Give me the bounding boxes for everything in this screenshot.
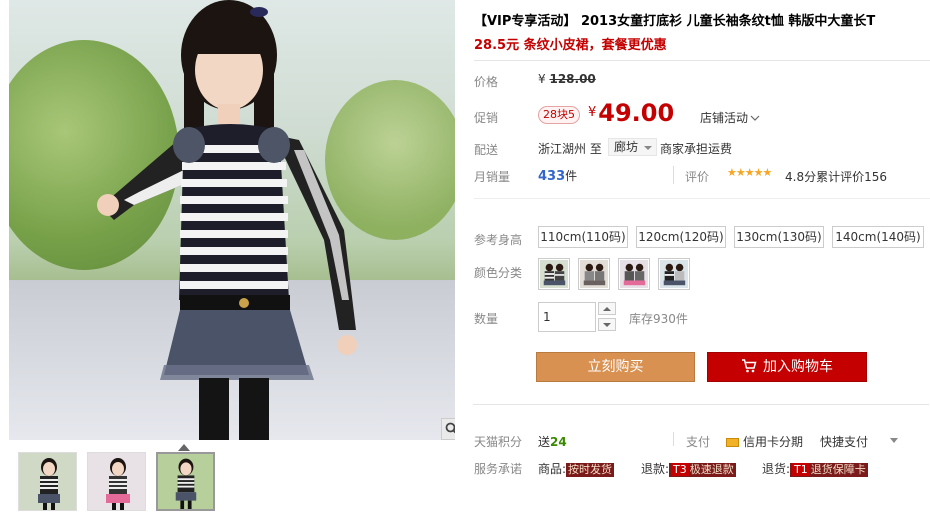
arrow-up-icon: [603, 306, 611, 311]
promo-price: ¥49.00: [588, 99, 674, 127]
magnifier-icon: [445, 422, 455, 434]
original-price: ¥ 128.00: [538, 72, 596, 86]
service-goods: 商品: 按时发货: [538, 460, 615, 477]
points-prefix: 送: [538, 435, 551, 449]
add-to-cart-button[interactable]: 加入购物车: [707, 352, 867, 382]
chevron-down-icon: [644, 146, 653, 150]
arrow-down-icon: [603, 322, 611, 327]
color-option-2[interactable]: [578, 258, 610, 290]
quantity-label: 数量: [474, 312, 499, 326]
rating-label: 评价: [685, 170, 710, 184]
credit-card-icon: [726, 438, 739, 447]
freight-info: 商家承担运费: [660, 142, 733, 156]
quick-pay-link[interactable]: 快捷支付: [820, 433, 868, 450]
service-badge-text: 极速退款: [689, 463, 734, 476]
add-to-cart-label: 加入购物车: [763, 359, 833, 375]
monthly-sales-unit: 件: [565, 169, 578, 183]
size-label: 参考身高: [474, 233, 523, 247]
color-option-3[interactable]: [618, 258, 650, 290]
credit-installment-link[interactable]: 信用卡分期: [726, 433, 803, 450]
cart-icon: [742, 359, 757, 373]
thumbnail-3[interactable]: [156, 452, 215, 511]
service-refund-label: 退款:: [641, 462, 670, 476]
color-swatch-image: [620, 260, 648, 288]
service-badge-text: 退货保障卡: [810, 463, 866, 476]
chevron-down-icon[interactable]: [890, 438, 898, 443]
destination-city: 廊坊: [614, 140, 639, 154]
divider: [673, 432, 674, 446]
points-info: 送24: [538, 433, 567, 450]
payment-label: 支付: [686, 435, 711, 449]
quantity-increase-button[interactable]: [598, 302, 616, 315]
shop-activity-label: 店铺活动: [700, 111, 749, 125]
shop-activity-dropdown[interactable]: 店铺活动: [700, 109, 760, 126]
services-label: 服务承诺: [474, 462, 523, 476]
size-option-120[interactable]: 120cm(120码): [636, 226, 726, 248]
thumbnail-image: [88, 453, 145, 510]
model-photo: [97, 0, 357, 440]
star-rating-icon: ★★★★★: [727, 166, 772, 179]
stock-count: 库存930件: [629, 312, 688, 326]
service-badge[interactable]: T3 极速退款: [669, 463, 736, 477]
points-value: 24: [550, 435, 567, 449]
credit-installment-label: 信用卡分期: [743, 435, 804, 449]
monthly-sales-count: 433: [538, 169, 566, 184]
ship-origin: 浙江湖州 至: [538, 140, 602, 157]
thumbnail-image: [158, 454, 213, 509]
zoom-button[interactable]: [441, 418, 455, 440]
service-refund: 退款: T3 极速退款: [641, 460, 736, 477]
size-option-110[interactable]: 110cm(110码): [538, 226, 628, 248]
currency-symbol: ¥: [538, 72, 546, 86]
service-badge[interactable]: T1 退货保障卡: [790, 463, 868, 477]
buy-now-button[interactable]: 立刻购买: [536, 352, 695, 382]
color-swatch-image: [660, 260, 688, 288]
currency-symbol: ¥: [588, 105, 597, 120]
chevron-down-icon: [750, 115, 760, 121]
service-return-label: 退货:: [762, 462, 791, 476]
shipping-label: 配送: [474, 143, 499, 157]
divider: [473, 404, 929, 405]
monthly-sales: 433件: [538, 167, 577, 184]
promo-price-value: 49.00: [598, 99, 675, 127]
divider: [474, 198, 930, 199]
color-option-1[interactable]: [538, 258, 570, 290]
original-price-value: 128.00: [549, 72, 596, 86]
thumbnail-1[interactable]: [18, 452, 77, 511]
destination-city-select[interactable]: 廊坊: [608, 138, 658, 156]
promo-badge: 28块5: [538, 106, 580, 124]
product-subtitle: 28.5元 条纹小皮裙，套餐更优惠: [474, 38, 667, 53]
original-price-label: 价格: [474, 75, 499, 89]
service-mark: T1: [792, 463, 810, 476]
service-badge[interactable]: 按时发货: [566, 463, 615, 477]
points-label: 天猫积分: [474, 435, 523, 449]
size-option-140[interactable]: 140cm(140码): [832, 226, 924, 248]
ship-from-city: 浙江湖州: [538, 142, 587, 156]
color-swatch-image: [580, 260, 608, 288]
quantity-input[interactable]: 1: [538, 302, 596, 332]
color-option-4[interactable]: [658, 258, 690, 290]
service-mark: T3: [671, 463, 689, 476]
main-product-image[interactable]: [9, 0, 455, 440]
divider: [474, 60, 930, 61]
rating-score-link[interactable]: 4.8分累计评价156: [785, 168, 887, 185]
monthly-sales-label: 月销量: [474, 170, 511, 184]
service-goods-label: 商品:: [538, 462, 567, 476]
color-swatch-image: [540, 260, 568, 288]
promo-price-label: 促销: [474, 111, 499, 125]
thumbnail-image: [19, 453, 76, 510]
thumbnail-strip: [18, 452, 215, 511]
divider: [673, 166, 674, 184]
ship-to-word: 至: [589, 142, 602, 156]
thumbnail-2[interactable]: [87, 452, 146, 511]
quantity-decrease-button[interactable]: [598, 318, 616, 331]
product-title: 【VIP专享活动】 2013女童打底衫 儿童长袖条纹t恤 韩版中大童长T: [474, 14, 876, 29]
service-return: 退货: T1 退货保障卡: [762, 460, 868, 477]
size-option-130[interactable]: 130cm(130码): [734, 226, 824, 248]
color-label: 颜色分类: [474, 266, 523, 280]
active-thumb-indicator: [178, 444, 190, 451]
